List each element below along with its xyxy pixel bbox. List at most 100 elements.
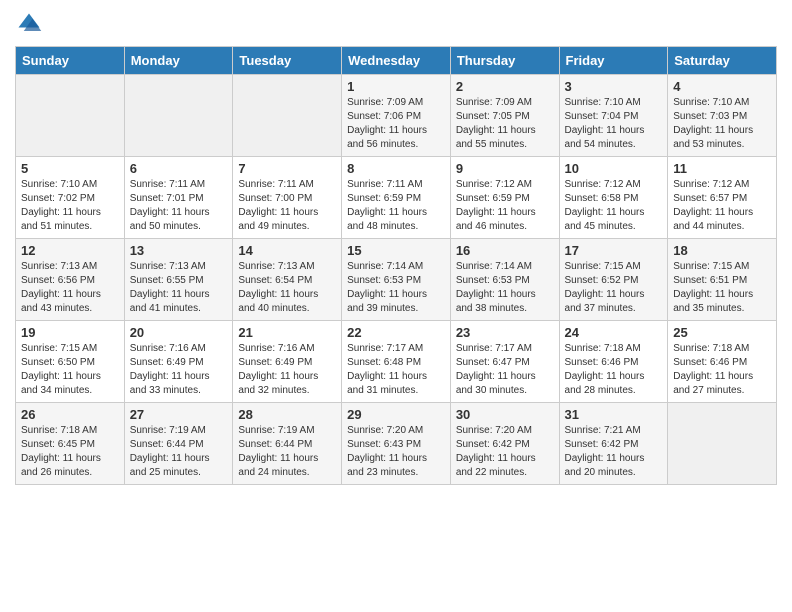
day-number: 14 [238,243,336,258]
calendar-cell: 8 Sunrise: 7:11 AMSunset: 6:59 PMDaylight… [342,157,451,239]
calendar-cell: 13 Sunrise: 7:13 AMSunset: 6:55 PMDayligh… [124,239,233,321]
week-row-3: 12 Sunrise: 7:13 AMSunset: 6:56 PMDayligh… [16,239,777,321]
calendar-cell: 17Sunrise: 7:15 AMSunset: 6:52 PMDayligh… [559,239,668,321]
calendar-cell: 11Sunrise: 7:12 AMSunset: 6:57 PMDayligh… [668,157,777,239]
day-number: 13 [130,243,228,258]
calendar-cell: 29Sunrise: 7:20 AMSunset: 6:43 PMDayligh… [342,403,451,485]
day-info: Sunrise: 7:12 AMSunset: 6:58 PMDaylight:… [565,178,663,234]
day-info: Sunrise: 7:11 AMSunset: 7:00 PMDaylight:… [238,178,336,234]
calendar: SundayMondayTuesdayWednesdayThursdayFrid… [15,46,777,485]
day-number: 9 [456,161,554,176]
page: SundayMondayTuesdayWednesdayThursdayFrid… [0,0,792,612]
calendar-cell: 28Sunrise: 7:19 AMSunset: 6:44 PMDayligh… [233,403,342,485]
weekday-header-sunday: Sunday [16,47,125,75]
day-info: Sunrise: 7:13 AMSunset: 6:55 PMDaylight:… [130,260,228,316]
header [15,10,777,38]
day-info: Sunrise: 7:13 AMSunset: 6:54 PMDaylight:… [238,260,336,316]
day-info: Sunrise: 7:11 AMSunset: 7:01 PMDaylight:… [130,178,228,234]
week-row-1: 1Sunrise: 7:09 AMSunset: 7:06 PMDaylight… [16,75,777,157]
calendar-cell [233,75,342,157]
calendar-cell: 12 Sunrise: 7:13 AMSunset: 6:56 PMDayligh… [16,239,125,321]
day-info: Sunrise: 7:15 AMSunset: 6:51 PMDaylight:… [673,260,771,316]
weekday-header-thursday: Thursday [450,47,559,75]
day-number: 17 [565,243,663,258]
day-number: 10 [565,161,663,176]
day-number: 8 [347,161,445,176]
day-info: Sunrise: 7:16 AMSunset: 6:49 PMDaylight:… [130,342,228,398]
day-number: 19 [21,325,119,340]
day-number: 21 [238,325,336,340]
day-number: 11 [673,161,771,176]
calendar-cell: 3 Sunrise: 7:10 AMSunset: 7:04 PMDaylight… [559,75,668,157]
day-number: 3 [565,79,663,94]
calendar-cell: 26 Sunrise: 7:18 AMSunset: 6:45 PMDayligh… [16,403,125,485]
day-info: Sunrise: 7:17 AMSunset: 6:48 PMDaylight:… [347,342,445,398]
day-number: 15 [347,243,445,258]
day-number: 31 [565,407,663,422]
calendar-cell: 7 Sunrise: 7:11 AMSunset: 7:00 PMDaylight… [233,157,342,239]
calendar-cell: 2Sunrise: 7:09 AMSunset: 7:05 PMDaylight… [450,75,559,157]
day-info: Sunrise: 7:09 AMSunset: 7:06 PMDaylight:… [347,96,445,152]
day-info: Sunrise: 7:15 AMSunset: 6:50 PMDaylight:… [21,342,119,398]
weekday-header-friday: Friday [559,47,668,75]
calendar-header: SundayMondayTuesdayWednesdayThursdayFrid… [16,47,777,75]
week-row-2: 5Sunrise: 7:10 AMSunset: 7:02 PMDaylight… [16,157,777,239]
day-number: 20 [130,325,228,340]
day-info: Sunrise: 7:17 AMSunset: 6:47 PMDaylight:… [456,342,554,398]
day-number: 18 [673,243,771,258]
weekday-row: SundayMondayTuesdayWednesdayThursdayFrid… [16,47,777,75]
day-info: Sunrise: 7:19 AMSunset: 6:44 PMDaylight:… [130,424,228,480]
day-number: 22 [347,325,445,340]
calendar-cell [124,75,233,157]
calendar-body: 1Sunrise: 7:09 AMSunset: 7:06 PMDaylight… [16,75,777,485]
calendar-cell: 14 Sunrise: 7:13 AMSunset: 6:54 PMDayligh… [233,239,342,321]
calendar-cell: 16 Sunrise: 7:14 AMSunset: 6:53 PMDayligh… [450,239,559,321]
day-info: Sunrise: 7:12 AMSunset: 6:59 PMDaylight:… [456,178,554,234]
calendar-cell: 15 Sunrise: 7:14 AMSunset: 6:53 PMDayligh… [342,239,451,321]
calendar-cell: 1Sunrise: 7:09 AMSunset: 7:06 PMDaylight… [342,75,451,157]
calendar-cell: 27Sunrise: 7:19 AMSunset: 6:44 PMDayligh… [124,403,233,485]
calendar-cell: 25 Sunrise: 7:18 AMSunset: 6:46 PMDayligh… [668,321,777,403]
calendar-cell [16,75,125,157]
calendar-cell: 4 Sunrise: 7:10 AMSunset: 7:03 PMDaylight… [668,75,777,157]
day-number: 12 [21,243,119,258]
calendar-cell: 22 Sunrise: 7:17 AMSunset: 6:48 PMDayligh… [342,321,451,403]
calendar-cell: 9 Sunrise: 7:12 AMSunset: 6:59 PMDaylight… [450,157,559,239]
day-info: Sunrise: 7:18 AMSunset: 6:46 PMDaylight:… [565,342,663,398]
calendar-cell: 5Sunrise: 7:10 AMSunset: 7:02 PMDaylight… [16,157,125,239]
week-row-4: 19 Sunrise: 7:15 AMSunset: 6:50 PMDayligh… [16,321,777,403]
week-row-5: 26 Sunrise: 7:18 AMSunset: 6:45 PMDayligh… [16,403,777,485]
day-info: Sunrise: 7:13 AMSunset: 6:56 PMDaylight:… [21,260,119,316]
day-number: 4 [673,79,771,94]
day-number: 23 [456,325,554,340]
calendar-cell: 23 Sunrise: 7:17 AMSunset: 6:47 PMDayligh… [450,321,559,403]
day-info: Sunrise: 7:10 AMSunset: 7:02 PMDaylight:… [21,178,119,234]
calendar-cell: 24Sunrise: 7:18 AMSunset: 6:46 PMDayligh… [559,321,668,403]
day-number: 30 [456,407,554,422]
calendar-cell: 31 Sunrise: 7:21 AMSunset: 6:42 PMDayligh… [559,403,668,485]
day-number: 16 [456,243,554,258]
day-number: 7 [238,161,336,176]
calendar-cell [668,403,777,485]
weekday-header-tuesday: Tuesday [233,47,342,75]
logo [15,10,47,38]
calendar-cell: 19 Sunrise: 7:15 AMSunset: 6:50 PMDayligh… [16,321,125,403]
day-info: Sunrise: 7:10 AMSunset: 7:03 PMDaylight:… [673,96,771,152]
day-info: Sunrise: 7:20 AMSunset: 6:43 PMDaylight:… [347,424,445,480]
calendar-cell: 18 Sunrise: 7:15 AMSunset: 6:51 PMDayligh… [668,239,777,321]
logo-icon [15,10,43,38]
day-info: Sunrise: 7:10 AMSunset: 7:04 PMDaylight:… [565,96,663,152]
day-info: Sunrise: 7:16 AMSunset: 6:49 PMDaylight:… [238,342,336,398]
day-info: Sunrise: 7:14 AMSunset: 6:53 PMDaylight:… [456,260,554,316]
day-info: Sunrise: 7:18 AMSunset: 6:45 PMDaylight:… [21,424,119,480]
weekday-header-monday: Monday [124,47,233,75]
day-number: 26 [21,407,119,422]
day-number: 6 [130,161,228,176]
day-info: Sunrise: 7:14 AMSunset: 6:53 PMDaylight:… [347,260,445,316]
day-info: Sunrise: 7:18 AMSunset: 6:46 PMDaylight:… [673,342,771,398]
day-number: 25 [673,325,771,340]
day-info: Sunrise: 7:21 AMSunset: 6:42 PMDaylight:… [565,424,663,480]
day-info: Sunrise: 7:11 AMSunset: 6:59 PMDaylight:… [347,178,445,234]
day-number: 2 [456,79,554,94]
calendar-cell: 30Sunrise: 7:20 AMSunset: 6:42 PMDayligh… [450,403,559,485]
